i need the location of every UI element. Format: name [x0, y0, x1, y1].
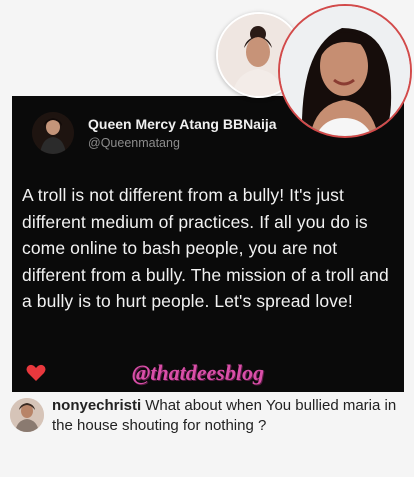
heart-icon: [26, 364, 46, 381]
comment-avatar[interactable]: [10, 398, 44, 432]
comment-username[interactable]: nonyechristi: [52, 397, 141, 414]
post-screenshot: Queen Mercy Atang BBNaija @Queenmatang A…: [0, 0, 414, 477]
profile-photo-icon: [10, 398, 44, 432]
tweet-author-handle[interactable]: @Queenmatang: [88, 136, 180, 150]
watermark: @thatdeesblog: [132, 360, 264, 385]
tweet-text: A troll is not different from a bully! I…: [22, 185, 389, 311]
tweet-author-name[interactable]: Queen Mercy Atang BBNaija: [88, 116, 277, 132]
woman-portrait-icon: [280, 6, 410, 136]
tweet-avatar[interactable]: [32, 112, 74, 154]
profile-photo-icon: [32, 112, 74, 154]
tweet-card: Queen Mercy Atang BBNaija @Queenmatang A…: [12, 96, 404, 392]
comment: nonyechristi What about when You bullied …: [52, 396, 408, 436]
photo-circle-large: [278, 4, 412, 138]
